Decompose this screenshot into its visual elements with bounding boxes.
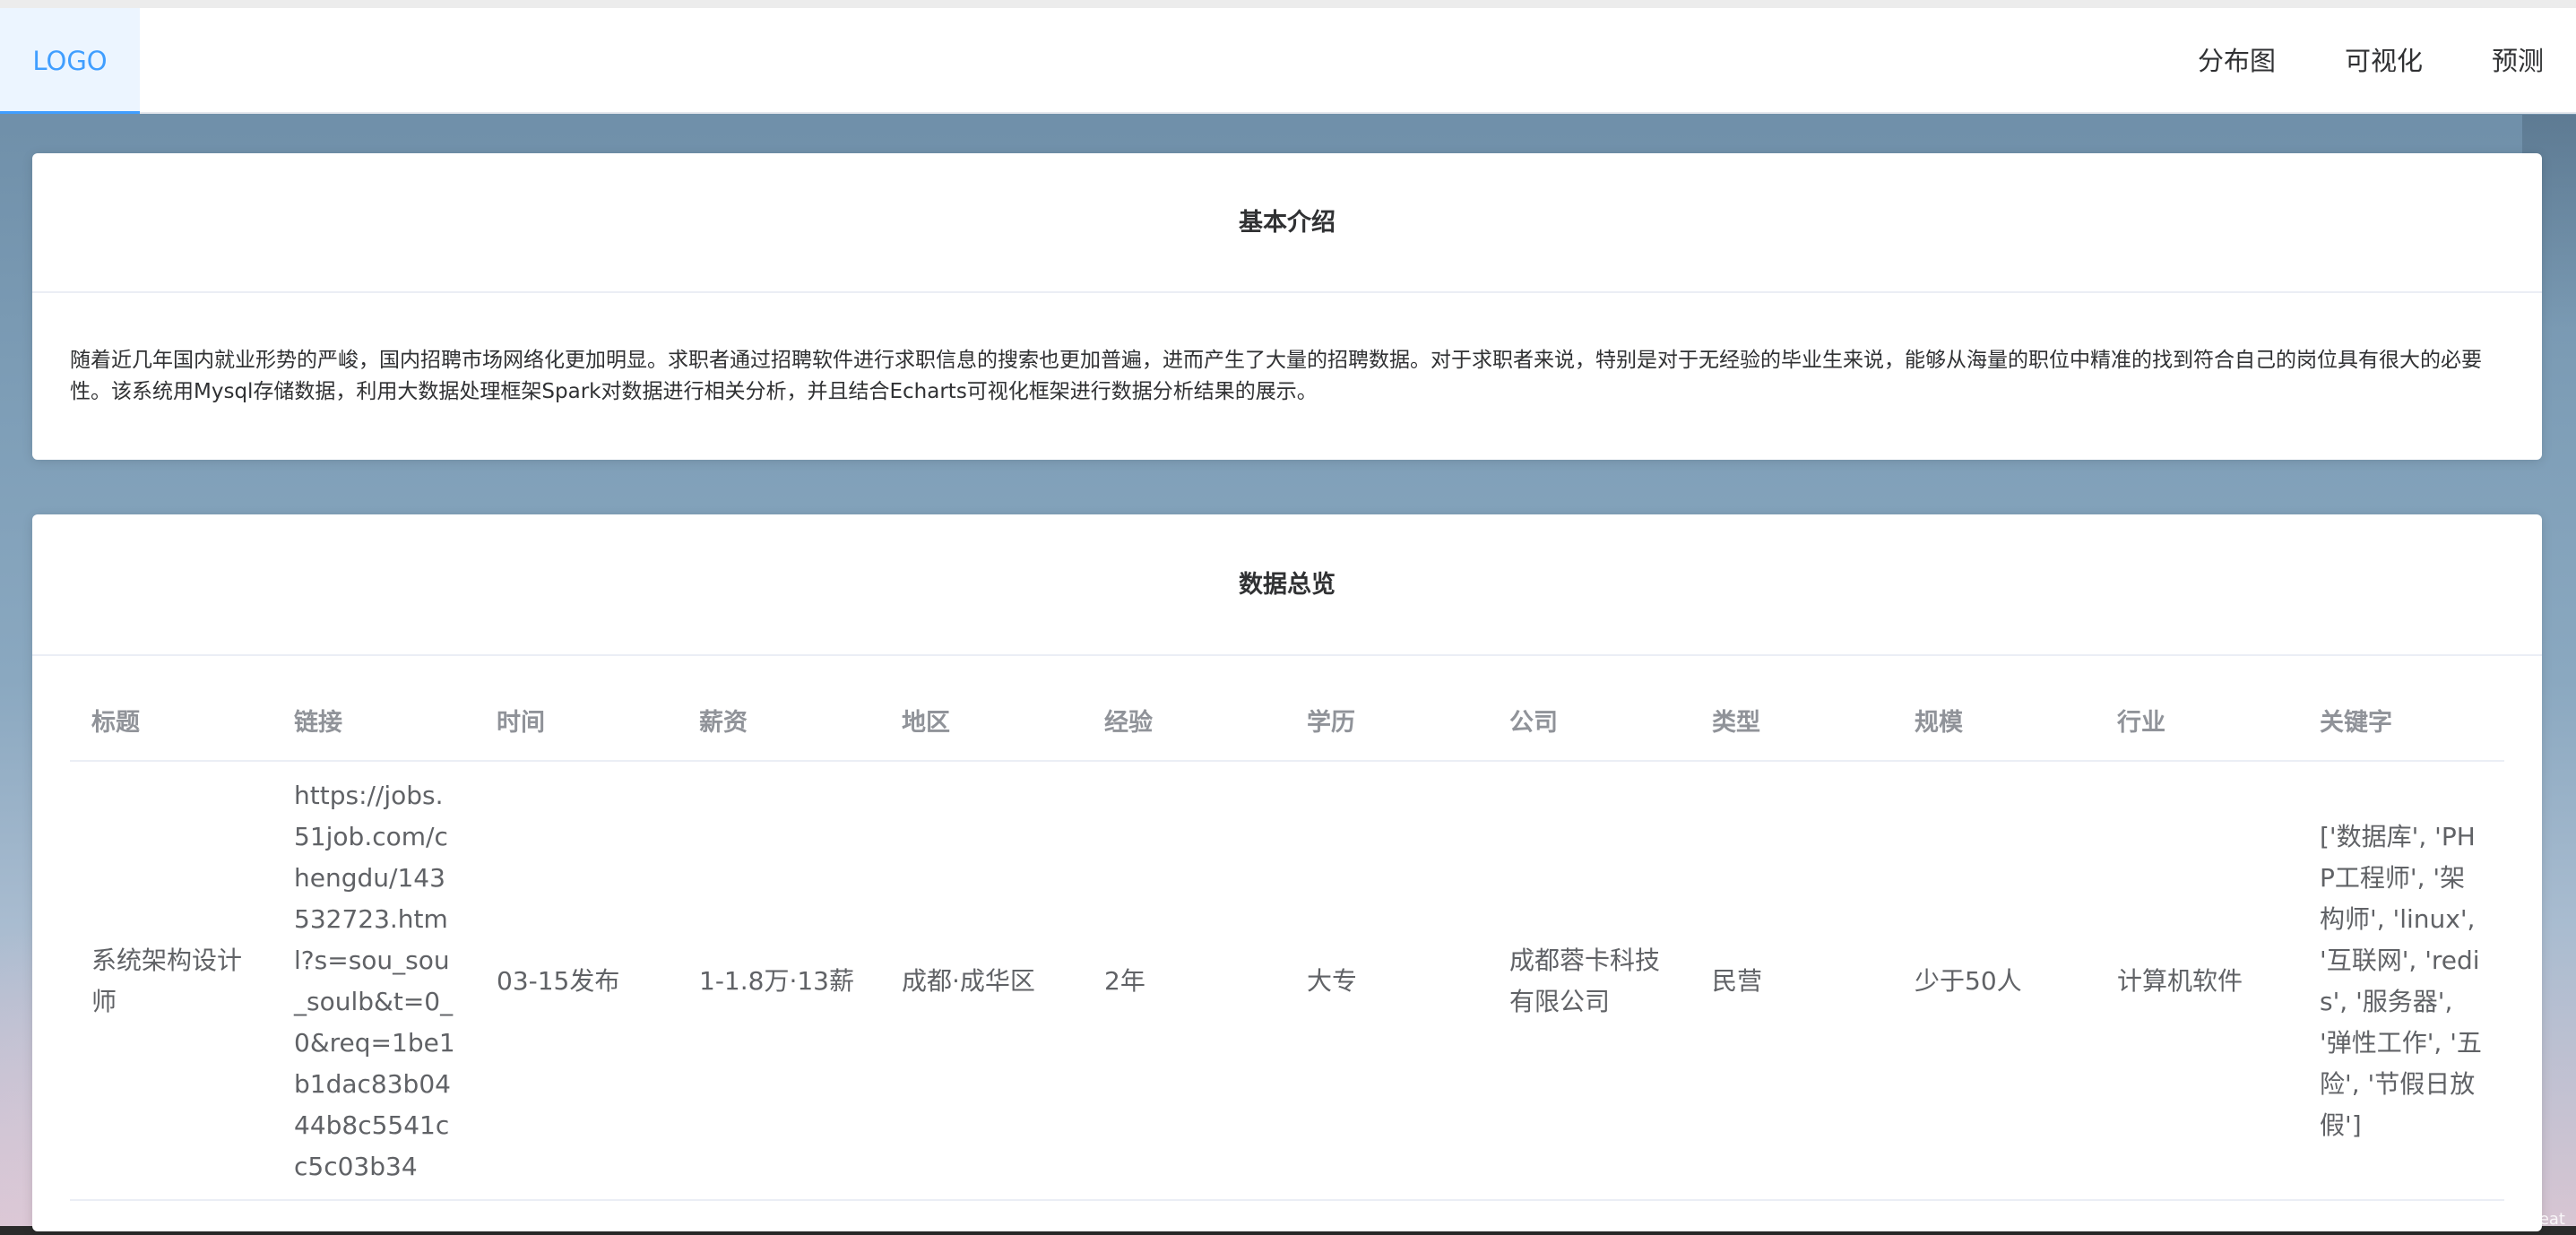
- nav-item-distribution[interactable]: 分布图: [2198, 8, 2276, 114]
- column-header-time[interactable]: 时间: [497, 656, 545, 762]
- overview-card: 数据总览 标题 链接 时间 薪资 地区 经验 学历 公司 类型 规模 行业 关键…: [32, 514, 2542, 1231]
- intro-title: 基本介绍: [32, 153, 2542, 293]
- cell-time: 03-15发布: [497, 966, 620, 996]
- column-header-education[interactable]: 学历: [1307, 656, 1355, 762]
- table-header-row: 标题 链接 时间 薪资 地区 经验 学历 公司 类型 规模 行业 关键字: [70, 656, 2504, 762]
- cell-link[interactable]: https://jobs.51job.com/chengdu/143532723…: [294, 762, 457, 1201]
- cell-salary: 1-1.8万·13薪: [699, 966, 854, 996]
- column-header-scale[interactable]: 规模: [1915, 656, 1963, 762]
- cell-region: 成都·成华区: [902, 966, 1035, 996]
- column-header-region[interactable]: 地区: [902, 656, 950, 762]
- intro-text: 随着近几年国内就业形势的严峻，国内招聘市场网络化更加明显。求职者通过招聘软件进行…: [70, 349, 2482, 403]
- csdn-watermark: CSDN @往事随风beat: [2397, 1210, 2565, 1229]
- nav-item-visualization[interactable]: 可视化: [2345, 8, 2423, 114]
- data-table: 标题 链接 时间 薪资 地区 经验 学历 公司 类型 规模 行业 关键字 系统架…: [70, 656, 2504, 1201]
- cell-type: 民营: [1712, 966, 1763, 996]
- cell-industry: 计算机软件: [2117, 966, 2243, 996]
- column-header-link[interactable]: 链接: [294, 656, 342, 762]
- cell-title: 系统架构设计师: [91, 946, 243, 1016]
- intro-card: 基本介绍 随着近几年国内就业形势的严峻，国内招聘市场网络化更加明显。求职者通过招…: [32, 153, 2542, 460]
- nav-item-prediction[interactable]: 预测: [2492, 8, 2544, 114]
- cell-keywords: ['数据库', 'PHP工程师', '架构师', 'linux', '互联网',…: [2320, 822, 2482, 1140]
- cell-education: 大专: [1307, 966, 1358, 996]
- column-header-experience[interactable]: 经验: [1104, 656, 1153, 762]
- logo[interactable]: LOGO: [0, 8, 140, 114]
- cell-company: 成都蓉卡科技有限公司: [1509, 946, 1661, 1016]
- cell-experience: 2年: [1104, 966, 1145, 996]
- top-nav-bar: LOGO 分布图 可视化 预测: [0, 8, 2576, 114]
- column-header-company[interactable]: 公司: [1509, 656, 1558, 762]
- column-header-salary[interactable]: 薪资: [699, 656, 748, 762]
- column-header-type[interactable]: 类型: [1712, 656, 1760, 762]
- column-header-industry[interactable]: 行业: [2117, 656, 2165, 762]
- browser-top-edge: [0, 0, 2576, 8]
- column-header-keywords[interactable]: 关键字: [2320, 656, 2392, 762]
- overview-title: 数据总览: [32, 514, 2542, 656]
- column-header-title[interactable]: 标题: [91, 656, 140, 762]
- cell-scale: 少于50人: [1915, 966, 2022, 996]
- table-row[interactable]: 系统架构设计师 https://jobs.51job.com/chengdu/1…: [70, 762, 2504, 1201]
